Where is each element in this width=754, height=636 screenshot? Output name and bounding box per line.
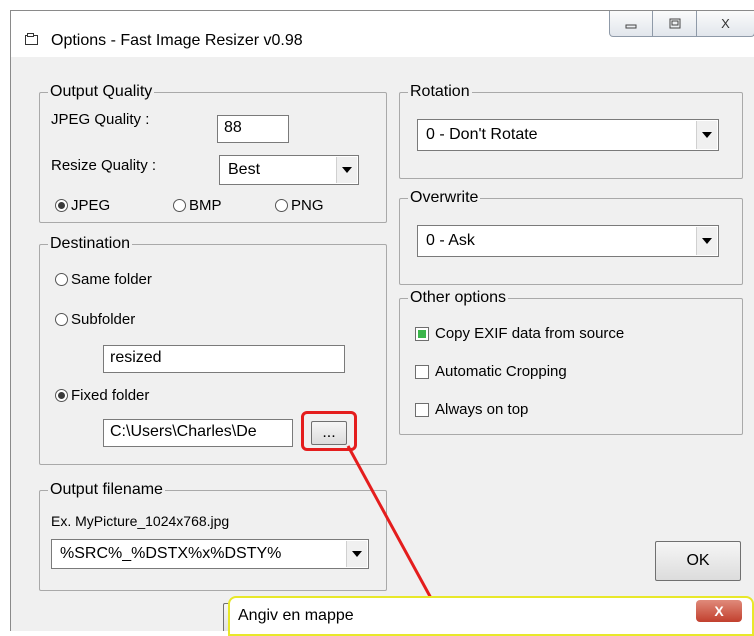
folder-picker-title: Angiv en mappe: [238, 607, 354, 624]
annotation-line: [346, 445, 434, 601]
folder-picker-dialog: Angiv en mappe X: [228, 596, 754, 636]
annotation-connector: [346, 445, 434, 601]
folder-picker-close-button[interactable]: X: [696, 600, 742, 622]
